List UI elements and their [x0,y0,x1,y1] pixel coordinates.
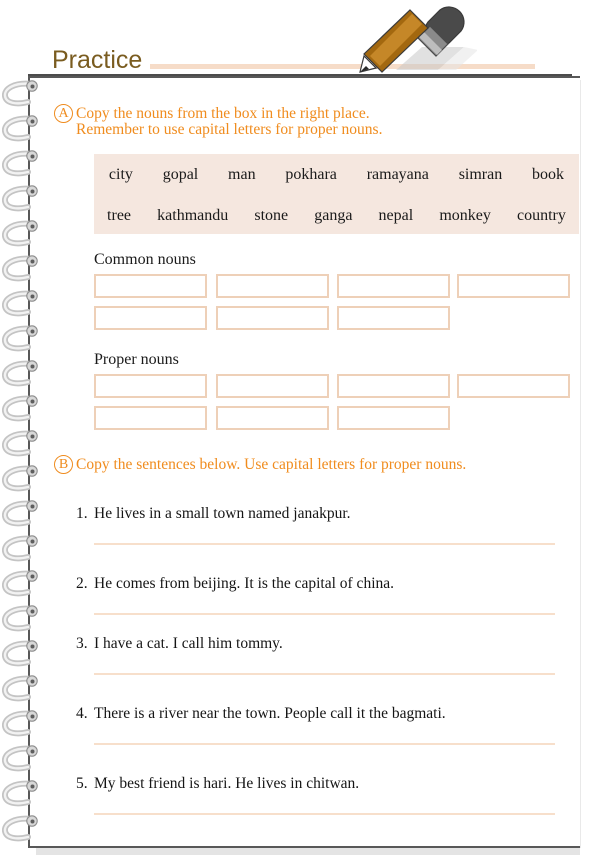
word-bank-row-2: tree kathmandu stone ganga nepal monkey … [94,207,579,225]
sentence-text-2: He comes from beijing. It is the capital… [94,575,395,592]
word-item: ramayana [366,166,429,183]
exercise-marker-b: B [54,455,73,474]
word-bank-box: city gopal man pokhara ramayana simran b… [94,154,579,234]
word-item: ganga [314,207,353,224]
answer-line-2[interactable] [94,613,555,615]
word-item: kathmandu [157,207,229,224]
sentence-number-5: 5. [76,775,88,792]
common-nouns-label: Common nouns [94,251,196,268]
proper-noun-input-2[interactable] [216,374,329,398]
proper-noun-input-4[interactable] [457,374,570,398]
word-item: gopal [162,166,199,183]
common-noun-input-1[interactable] [94,274,207,298]
word-item: monkey [439,207,491,224]
word-item: nepal [378,207,414,224]
answer-line-3[interactable] [94,673,555,675]
word-item: book [532,166,565,183]
proper-noun-input-7[interactable] [337,406,450,430]
sentence-text-4: There is a river near the town. People c… [94,705,446,722]
sentence-number-1: 1. [76,505,88,522]
pencil-icon [359,6,477,73]
word-item: pokhara [285,166,337,183]
word-item: stone [254,207,289,224]
word-bank-row-1: city gopal man pokhara ramayana simran b… [94,166,579,184]
exercise-b-instruction: Copy the sentences below. Use capital le… [76,456,467,473]
exercise-marker-a: A [54,104,73,123]
common-noun-input-6[interactable] [216,306,329,330]
proper-noun-input-1[interactable] [94,374,207,398]
sentence-number-2: 2. [76,575,88,592]
word-item: simran [458,166,503,183]
common-noun-input-4[interactable] [457,274,570,298]
sentence-text-3: I have a cat. I call him tommy. [94,635,283,652]
proper-noun-input-3[interactable] [337,374,450,398]
page-header: Practice [0,0,590,78]
sentence-text-5: My best friend is hari. He lives in chit… [94,775,360,792]
proper-noun-input-5[interactable] [94,406,207,430]
word-item: tree [107,207,132,224]
sentence-text-1: He lives in a small town named janakpur. [94,505,351,522]
common-noun-input-3[interactable] [337,274,450,298]
proper-noun-input-6[interactable] [216,406,329,430]
sentence-number-3: 3. [76,635,88,652]
exercise-a-instruction-line1: Copy the nouns from the box in the right… [76,105,370,122]
word-item: city [108,166,133,183]
common-noun-input-7[interactable] [337,306,450,330]
answer-line-5[interactable] [94,813,555,815]
page-title: Practice [52,46,143,74]
exercise-a-instruction-line2: Remember to use capital letters for prop… [76,121,383,138]
common-noun-input-5[interactable] [94,306,207,330]
answer-line-1[interactable] [94,543,555,545]
proper-nouns-label: Proper nouns [94,351,179,368]
word-item: man [228,166,256,183]
sentence-number-4: 4. [76,705,88,722]
worksheet-content: A Copy the nouns from the box in the rig… [30,78,582,850]
word-item: country [516,207,566,224]
answer-line-4[interactable] [94,743,555,745]
title-rule [150,64,535,69]
common-noun-input-2[interactable] [216,274,329,298]
worksheet-page: A Copy the nouns from the box in the rig… [28,76,580,848]
